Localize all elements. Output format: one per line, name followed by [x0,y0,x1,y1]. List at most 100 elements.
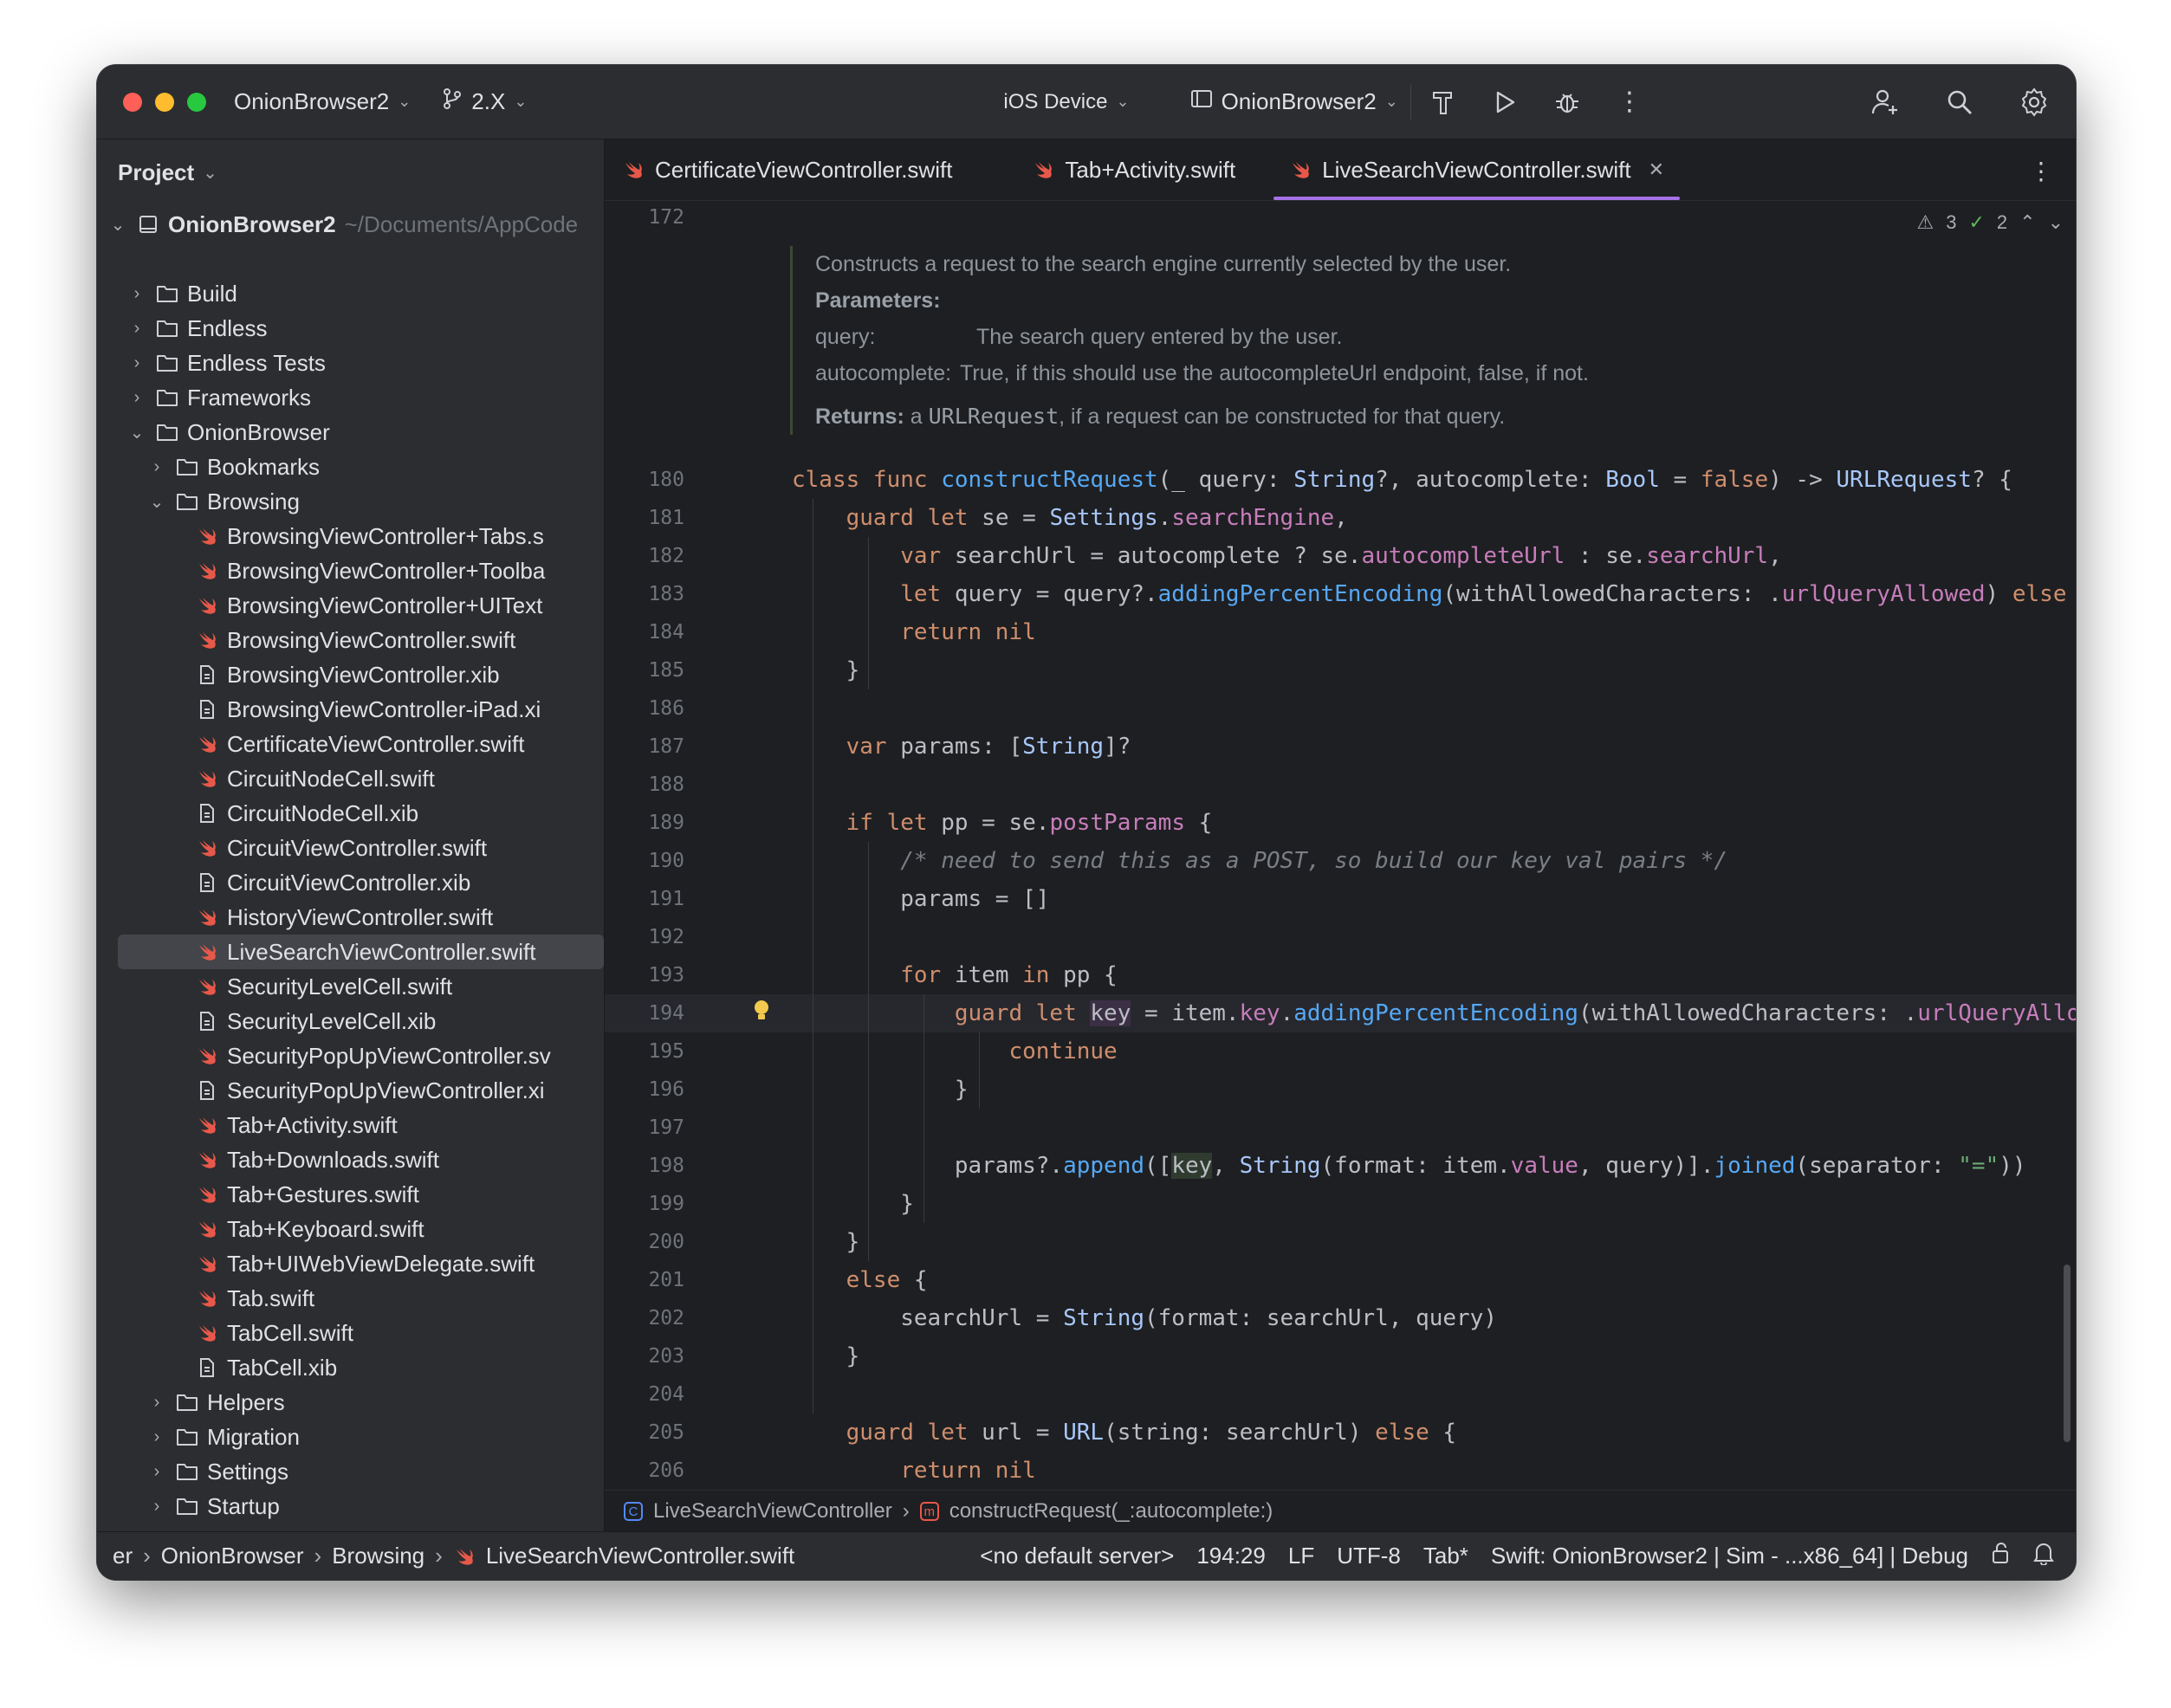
lightbulb-icon[interactable] [752,998,771,1036]
tree-item-circuitviewcontroller-swift[interactable]: CircuitViewController.swift [97,831,604,865]
tree-item-tab-keyboard-swift[interactable]: Tab+Keyboard.swift [97,1212,604,1246]
tree-item-endless[interactable]: › Endless [97,311,604,346]
chevron-right-icon[interactable]: › [148,1497,165,1517]
project-selector[interactable]: OnionBrowser2 ⌄ [234,88,411,115]
tree-item-frameworks[interactable]: › Frameworks [97,380,604,415]
nav-crumb[interactable]: OnionBrowser [161,1543,304,1569]
code-line[interactable]: 206 return nil [605,1452,2076,1490]
file-encoding[interactable]: UTF-8 [1337,1543,1401,1569]
settings-gear-icon[interactable] [2015,83,2053,121]
resolve-context[interactable]: Swift: OnionBrowser2 | Sim - ...x86_64] … [1491,1543,1968,1569]
tree-item-settings[interactable]: › Settings [97,1454,604,1489]
tree-item-circuitnodecell-xib[interactable]: CircuitNodeCell.xib [97,796,604,831]
code-line[interactable]: 204 [605,1375,2076,1414]
chevron-up-icon[interactable]: ⌃ [2019,211,2035,234]
breadcrumb-method[interactable]: constructRequest(_:autocomplete:) [949,1499,1273,1524]
build-hammer-icon[interactable] [1423,83,1461,121]
tree-item-securitylevelcell-swift[interactable]: SecurityLevelCell.swift [97,969,604,1004]
tree-item-bookmarks[interactable]: › Bookmarks [97,450,604,484]
code-line[interactable]: 187 var params: [String]? [605,728,2076,766]
tree-item-livesearchviewcontroller-swift[interactable]: LiveSearchViewController.swift [118,935,604,969]
tree-item-browsingviewcontroller-ipad-xi[interactable]: BrowsingViewController-iPad.xi [97,692,604,727]
chevron-right-icon[interactable]: › [128,319,146,339]
code-line[interactable]: 202 searchUrl = String(format: searchUrl… [605,1299,2076,1337]
tree-item-tab-uiwebviewdelegate-swift[interactable]: Tab+UIWebViewDelegate.swift [97,1246,604,1281]
code-line[interactable]: 198 params?.append([key, String(format: … [605,1147,2076,1185]
tab-certificate-view-controller[interactable]: CertificateViewController.swift [605,139,975,200]
nav-crumb[interactable]: LiveSearchViewController.swift [486,1543,794,1569]
code-line[interactable]: 185 } [605,651,2076,689]
close-window-button[interactable] [123,92,142,112]
device-selector[interactable]: iOS Device ⌄ [1003,90,1129,114]
chevron-right-icon[interactable]: › [148,1393,165,1413]
code-line[interactable]: 203 } [605,1337,2076,1375]
code-line[interactable]: 192 [605,918,2076,956]
notifications-bell-icon[interactable] [2032,1541,2055,1571]
tree-item-certificateviewcontroller-swift[interactable]: CertificateViewController.swift [97,727,604,761]
chevron-right-icon[interactable]: › [128,388,146,408]
tree-item-browsingviewcontroller-uitext[interactable]: BrowsingViewController+UIText [97,588,604,623]
minimize-window-button[interactable] [155,92,174,112]
code-area[interactable]: 172 ⚠ 3 ✓ 2 ⌃ ⌄ Constructs a request to … [605,201,2076,1491]
chevron-down-icon[interactable]: ⌄ [2048,211,2064,234]
tree-item-endless-tests[interactable]: › Endless Tests [97,346,604,380]
tree-item-tab-activity-swift[interactable]: Tab+Activity.swift [97,1108,604,1142]
tree-item-securitypopupviewcontroller-xi[interactable]: SecurityPopUpViewController.xi [97,1073,604,1108]
inspection-widget[interactable]: ⚠ 3 ✓ 2 ⌃ ⌄ [1916,211,2064,234]
code-line[interactable]: 183 let query = query?.addingPercentEnco… [605,575,2076,613]
code-line[interactable]: 181 guard let se = Settings.searchEngine… [605,499,2076,537]
code-line[interactable]: 194 guard let key = item.key.addingPerce… [605,994,2076,1032]
branch-selector[interactable]: 2.X ⌄ [442,87,527,116]
chevron-right-icon[interactable]: › [148,1427,165,1447]
tree-item-tab-swift[interactable]: Tab.swift [97,1281,604,1316]
tree-item-browsingviewcontroller-tabs-s[interactable]: BrowsingViewController+Tabs.s [97,519,604,553]
tree-item-browsingviewcontroller-swift[interactable]: BrowsingViewController.swift [97,623,604,657]
code-line[interactable]: 180 class func constructRequest(_ query: … [605,461,2076,499]
code-line[interactable]: 182 var searchUrl = autocomplete ? se.au… [605,537,2076,575]
tree-item-circuitviewcontroller-xib[interactable]: CircuitViewController.xib [97,865,604,900]
code-line[interactable]: 193 for item in pp { [605,956,2076,994]
chevron-down-icon[interactable]: ⌄ [128,422,146,443]
close-tab-icon[interactable]: ✕ [1649,159,1664,181]
line-separator[interactable]: LF [1288,1543,1314,1569]
indent-setting[interactable]: Tab* [1423,1543,1468,1569]
tree-item-tab-downloads-swift[interactable]: Tab+Downloads.swift [97,1142,604,1177]
tree-item-build[interactable]: › Build [97,276,604,311]
chevron-right-icon[interactable]: › [128,284,146,304]
tab-live-search-view-controller[interactable]: LiveSearchViewController.swift ✕ [1267,139,1687,200]
tree-root[interactable]: ⌄ OnionBrowser2 ~/Documents/AppCode [109,207,604,242]
code-line[interactable]: 205 guard let url = URL(string: searchUr… [605,1414,2076,1452]
code-line[interactable]: 200 } [605,1223,2076,1261]
run-icon[interactable] [1486,83,1524,121]
tree-item-tabcell-swift[interactable]: TabCell.swift [97,1316,604,1350]
chevron-down-icon[interactable]: ⌄ [148,491,165,513]
nav-crumb[interactable]: er [113,1543,133,1569]
debug-bug-icon[interactable] [1548,83,1586,121]
tree-item-startup[interactable]: › Startup [97,1489,604,1524]
chevron-right-icon[interactable]: › [148,1462,165,1482]
lock-icon[interactable] [1991,1542,2010,1570]
tree-item-tab-gestures-swift[interactable]: Tab+Gestures.swift [97,1177,604,1212]
search-icon[interactable] [1941,83,1979,121]
code-line[interactable]: 191 params = [] [605,880,2076,918]
code-line[interactable]: 186 [605,689,2076,728]
code-line[interactable]: 197 [605,1109,2076,1147]
code-line[interactable]: 189 if let pp = se.postParams { [605,804,2076,842]
tab-tab-activity[interactable]: Tab+Activity.swift [1009,139,1258,200]
code-line[interactable]: 188 [605,766,2076,804]
tree-item-browsing[interactable]: ⌄ Browsing [97,484,604,519]
nav-crumb[interactable]: Browsing [332,1543,424,1569]
breadcrumb-class[interactable]: LiveSearchViewController [653,1499,892,1524]
code-line[interactable]: 199 } [605,1185,2076,1223]
tree-item-browsingviewcontroller-xib[interactable]: BrowsingViewController.xib [97,657,604,692]
tree-item-tabcell-xib[interactable]: TabCell.xib [97,1350,604,1385]
tree-item-browsingviewcontroller-toolba[interactable]: BrowsingViewController+Toolba [97,553,604,588]
scheme-selector[interactable]: OnionBrowser2 ⌄ [1190,88,1398,115]
add-user-icon[interactable] [1866,83,1904,121]
tree-item-migration[interactable]: › Migration [97,1420,604,1454]
chevron-right-icon[interactable]: › [148,457,165,477]
tab-more-icon[interactable]: ⋮ [2029,157,2053,185]
chevron-right-icon[interactable]: › [128,353,146,373]
code-line[interactable]: 201 else { [605,1261,2076,1299]
tree-item-onionbrowser[interactable]: ⌄ OnionBrowser [97,415,604,450]
